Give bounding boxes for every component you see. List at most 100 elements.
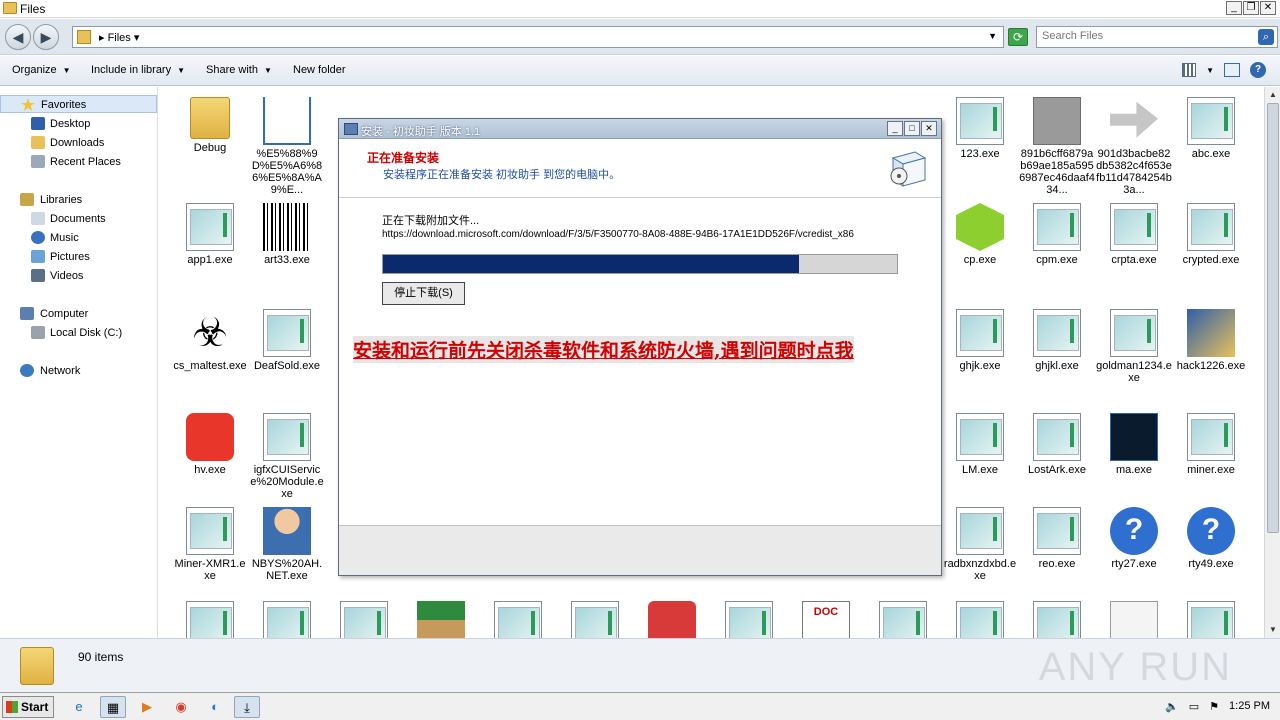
file-item[interactable]: [172, 601, 248, 638]
chevron-down-icon[interactable]: ▼: [988, 31, 997, 41]
maximize-button[interactable]: ❐: [1243, 1, 1259, 15]
file-item[interactable]: miner.exe: [1173, 413, 1249, 476]
file-item[interactable]: crpta.exe: [1096, 203, 1172, 266]
file-item[interactable]: cpm.exe: [1019, 203, 1095, 266]
chrome-icon[interactable]: ◉: [168, 696, 194, 718]
file-item[interactable]: DOC: [788, 601, 864, 638]
sidebar-item-libraries[interactable]: Libraries: [0, 191, 157, 209]
help-icon[interactable]: ?: [1250, 62, 1266, 78]
file-item[interactable]: ☣ cs_maltest.exe: [172, 309, 248, 372]
file-item[interactable]: %E5%88%9D%E5%A6%86%E5%8A%A9%E...: [249, 97, 325, 196]
sidebar-item-downloads[interactable]: Downloads: [0, 134, 157, 152]
file-item[interactable]: [1173, 601, 1249, 638]
file-item[interactable]: igfxCUIService%20Module.exe: [249, 413, 325, 500]
start-button[interactable]: Start: [2, 696, 54, 718]
file-item[interactable]: ? rty27.exe: [1096, 507, 1172, 570]
file-item[interactable]: Debug: [172, 97, 248, 154]
breadcrumb[interactable]: ▸ Files ▾: [99, 31, 139, 44]
shield-icon: [1187, 309, 1235, 357]
file-item[interactable]: Miner-XMR1.exe: [172, 507, 248, 582]
file-item[interactable]: [480, 601, 556, 638]
file-item[interactable]: ghjk.exe: [942, 309, 1018, 372]
file-item[interactable]: [711, 601, 787, 638]
search-icon[interactable]: ⌕: [1258, 29, 1274, 45]
file-item[interactable]: [634, 601, 710, 638]
file-item[interactable]: ma.exe: [1096, 413, 1172, 476]
sidebar-item-desktop[interactable]: Desktop: [0, 115, 157, 133]
view-options-icon[interactable]: [1182, 63, 1197, 77]
file-item[interactable]: [942, 601, 1018, 638]
dialog-close-button[interactable]: ✕: [921, 121, 937, 136]
file-item[interactable]: [403, 601, 479, 638]
sidebar-item-local-disk[interactable]: Local Disk (C:): [0, 324, 157, 342]
sidebar-item-pictures[interactable]: Pictures: [0, 248, 157, 266]
file-item[interactable]: abc.exe: [1173, 97, 1249, 160]
sidebar-item-favorites[interactable]: Favorites: [0, 95, 157, 113]
file-item[interactable]: hv.exe: [172, 413, 248, 476]
explorer-icon[interactable]: ▦: [100, 696, 126, 718]
installer-task-icon[interactable]: ⤓: [234, 696, 260, 718]
file-item[interactable]: DeafSold.exe: [249, 309, 325, 372]
chevron-down-icon[interactable]: ▼: [1206, 66, 1214, 75]
organize-button[interactable]: Organize ▼: [12, 64, 71, 76]
search-box[interactable]: ⌕: [1036, 26, 1278, 48]
network-tray-icon[interactable]: ▭: [1189, 700, 1199, 713]
exe-icon: [1187, 601, 1235, 638]
sidebar-item-music[interactable]: Music: [0, 229, 157, 247]
file-item[interactable]: goldman1234.exe: [1096, 309, 1172, 384]
minimize-button[interactable]: _: [1226, 1, 1242, 15]
file-item[interactable]: [1019, 601, 1095, 638]
forward-button[interactable]: ▶: [33, 24, 59, 50]
breadcrumb-files[interactable]: Files: [108, 32, 131, 44]
file-item[interactable]: reo.exe: [1019, 507, 1095, 570]
file-item[interactable]: [557, 601, 633, 638]
file-item[interactable]: LM.exe: [942, 413, 1018, 476]
file-item[interactable]: [865, 601, 941, 638]
folder-icon: [190, 97, 230, 139]
file-item[interactable]: 901d3bacbe82db5382c4f653efb11d4784254b3a…: [1096, 97, 1172, 196]
clock[interactable]: 1:25 PM: [1229, 700, 1270, 713]
sidebar-item-network[interactable]: Network: [0, 362, 157, 380]
sidebar-item-documents[interactable]: Documents: [0, 210, 157, 228]
search-input[interactable]: [1042, 30, 1252, 42]
close-button[interactable]: ✕: [1260, 1, 1276, 15]
back-button[interactable]: ◀: [5, 24, 31, 50]
ie-icon[interactable]: e: [66, 696, 92, 718]
include-library-button[interactable]: Include in library ▼: [91, 64, 185, 76]
refresh-button[interactable]: ⟳: [1008, 28, 1028, 46]
new-folder-button[interactable]: New folder: [293, 64, 346, 76]
file-item[interactable]: [326, 601, 402, 638]
file-item[interactable]: LostArk.exe: [1019, 413, 1095, 476]
file-item[interactable]: art33.exe: [249, 203, 325, 266]
scroll-up-icon[interactable]: ▲: [1266, 88, 1280, 102]
antivirus-warning-link[interactable]: 安装和运行前先关闭杀毒软件和系统防火墙,遇到问题时点我: [353, 336, 854, 363]
file-item[interactable]: [1096, 601, 1172, 638]
file-item[interactable]: app1.exe: [172, 203, 248, 266]
file-item[interactable]: ? rty49.exe: [1173, 507, 1249, 570]
file-item[interactable]: radbxnzdxbd.exe: [942, 507, 1018, 582]
file-item[interactable]: cp.exe: [942, 203, 1018, 266]
share-with-button[interactable]: Share with ▼: [206, 64, 272, 76]
dialog-maximize-button[interactable]: □: [904, 121, 920, 136]
scroll-down-icon[interactable]: ▼: [1266, 623, 1280, 637]
media-player-icon[interactable]: ▶: [134, 696, 160, 718]
sidebar-item-computer[interactable]: Computer: [0, 305, 157, 323]
stop-download-button[interactable]: 停止下载(S): [382, 282, 465, 305]
file-item[interactable]: ghjkl.exe: [1019, 309, 1095, 372]
address-bar[interactable]: ▸ Files ▾ ▼: [72, 26, 1004, 48]
file-item[interactable]: [249, 601, 325, 638]
file-item[interactable]: NBYS%20AH.NET.exe: [249, 507, 325, 582]
edge-icon[interactable]: ◐: [202, 696, 228, 718]
file-item[interactable]: 891b6cff6879ab69ae185a5956987ec46daaf434…: [1019, 97, 1095, 196]
sidebar-item-videos[interactable]: Videos: [0, 267, 157, 285]
dialog-minimize-button[interactable]: _: [887, 121, 903, 136]
file-item[interactable]: 123.exe: [942, 97, 1018, 160]
scroll-thumb[interactable]: [1267, 103, 1279, 533]
flag-icon[interactable]: ⚑: [1209, 700, 1219, 713]
preview-pane-icon[interactable]: [1224, 63, 1240, 77]
volume-icon[interactable]: 🔈: [1165, 700, 1179, 713]
file-item[interactable]: crypted.exe: [1173, 203, 1249, 266]
vertical-scrollbar[interactable]: ▲ ▼: [1264, 87, 1280, 638]
file-item[interactable]: hack1226.exe: [1173, 309, 1249, 372]
sidebar-item-recent[interactable]: Recent Places: [0, 153, 157, 171]
